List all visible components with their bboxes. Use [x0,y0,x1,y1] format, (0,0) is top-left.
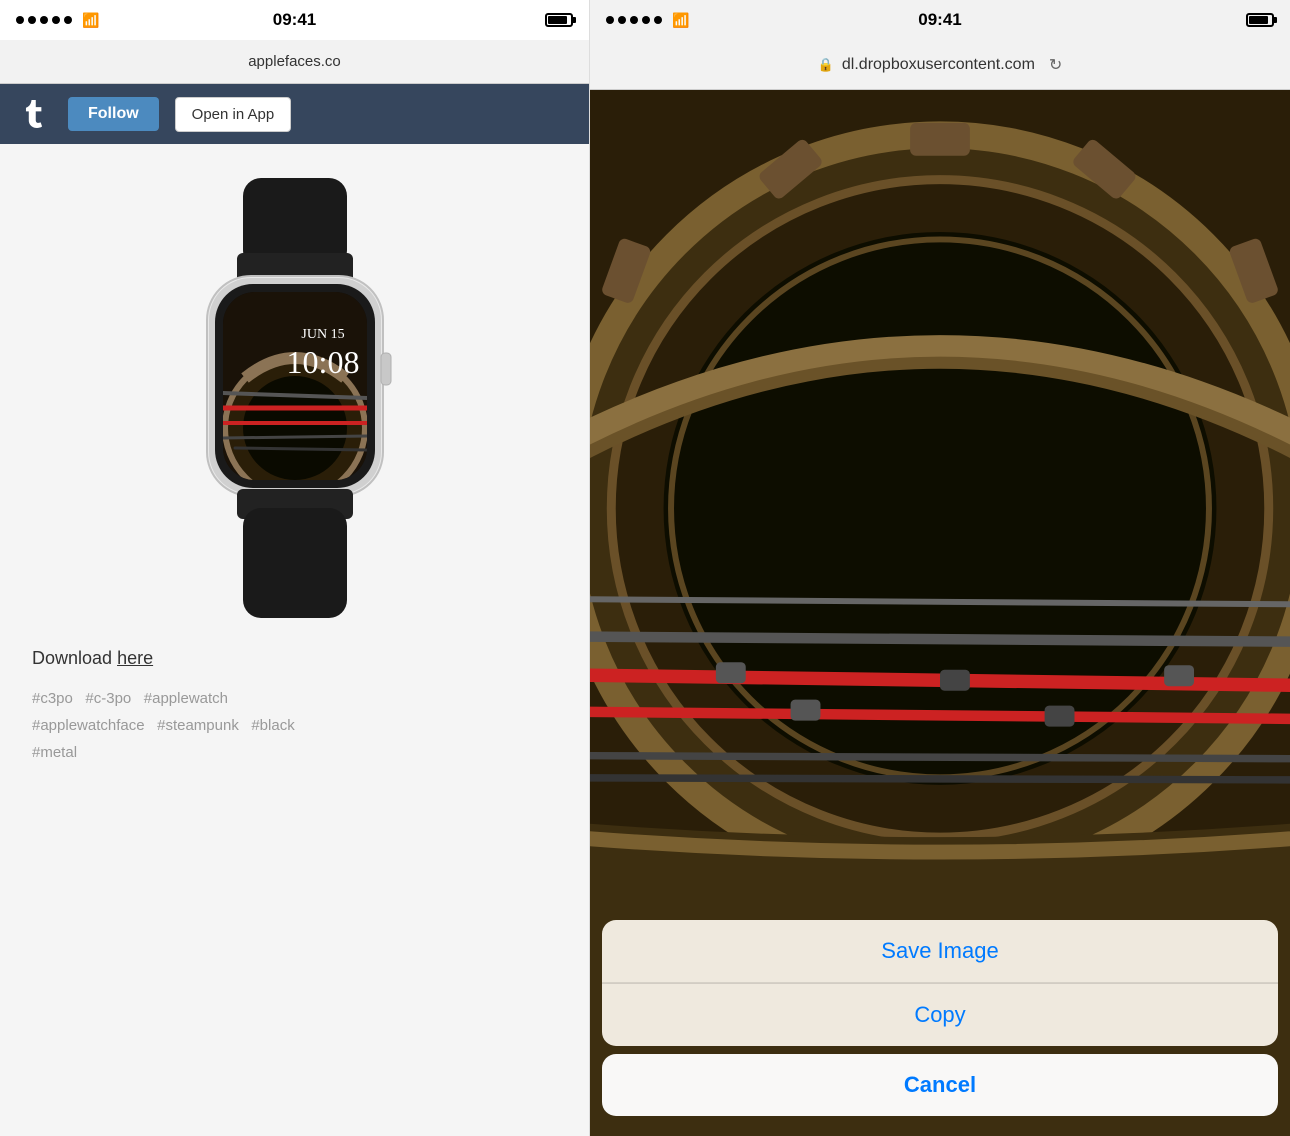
right-image-area: Save Image Copy Cancel [590,90,1290,1136]
tag-applewatchface[interactable]: #applewatchface [32,717,145,734]
tag-black[interactable]: #black [251,717,294,734]
tumblr-header: Follow Open in App [0,84,589,144]
tumblr-icon [20,100,48,128]
tumblr-logo [16,96,52,132]
signal-dot-4 [52,16,60,24]
status-bar-right: 📶 09:41 [590,0,1290,40]
tag-c3po[interactable]: #c3po [32,690,73,707]
url-bar-left[interactable]: applefaces.co [0,40,589,84]
lock-icon: 🔒 [818,57,834,73]
watch-image: JUN 15 10:08 [145,168,445,628]
wifi-icon-right: 📶 [672,12,689,29]
battery-icon-left [545,13,573,27]
cancel-button[interactable]: Cancel [602,1054,1278,1116]
save-image-button[interactable]: Save Image [602,920,1278,983]
tag-metal[interactable]: #metal [32,744,77,761]
signal-dot-r3 [630,16,638,24]
status-right-icons-right [1246,13,1274,27]
signal-indicator-right: 📶 [606,12,689,29]
tag-steampunk[interactable]: #steampunk [157,717,239,734]
open-in-app-button[interactable]: Open in App [175,97,292,132]
tag-applewatch[interactable]: #applewatch [144,690,228,707]
signal-dot-3 [40,16,48,24]
right-panel: 📶 09:41 🔒 dl.dropboxusercontent.com ↻ [590,0,1290,1136]
status-time-right: 09:41 [918,10,961,30]
signal-dot-r4 [642,16,650,24]
left-panel: 📶 09:41 applefaces.co Follow Open in App [0,0,590,1136]
status-time-left: 09:41 [273,10,316,30]
download-text: Download here [32,648,153,669]
wifi-icon: 📶 [82,12,99,29]
signal-dot-1 [16,16,24,24]
tags-area: #c3po #c-3po #applewatch #applewatchface… [32,685,295,766]
battery-icon-right [1246,13,1274,27]
tag-c-3po[interactable]: #c-3po [85,690,131,707]
reload-icon[interactable]: ↻ [1049,55,1062,75]
signal-dot-r5 [654,16,662,24]
signal-indicator: 📶 [16,12,99,29]
signal-dot-2 [28,16,36,24]
action-sheet: Save Image Copy Cancel [590,920,1290,1136]
signal-dot-r1 [606,16,614,24]
left-content-area: JUN 15 10:08 Download here #c3po #c-3po … [0,144,589,1136]
follow-button[interactable]: Follow [68,97,159,131]
url-text-left: applefaces.co [248,53,341,70]
svg-text:JUN 15: JUN 15 [301,327,344,342]
apple-watch-svg: JUN 15 10:08 [155,178,435,618]
steampunk-image: Save Image Copy Cancel [590,90,1290,1136]
download-label: Download [32,648,117,668]
action-group-main: Save Image Copy [602,920,1278,1046]
signal-dot-5 [64,16,72,24]
download-link[interactable]: here [117,648,153,668]
status-bar-left: 📶 09:41 [0,0,589,40]
copy-button[interactable]: Copy [602,984,1278,1046]
url-text-right: dl.dropboxusercontent.com [842,56,1035,74]
svg-text:10:08: 10:08 [286,344,359,380]
status-right-icons [545,13,573,27]
url-bar-right[interactable]: 🔒 dl.dropboxusercontent.com ↻ [590,40,1290,90]
signal-dot-r2 [618,16,626,24]
